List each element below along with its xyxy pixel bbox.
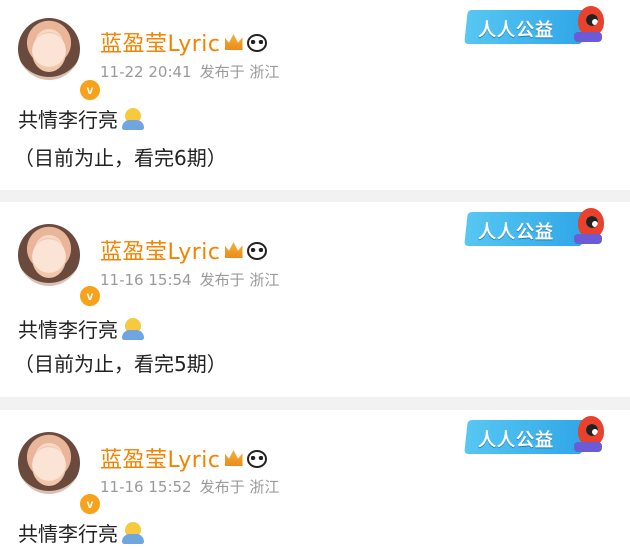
post-meta: 11-16 15:52 发布于 浙江 [100,476,287,497]
post-meta: 11-16 15:54 发布于 浙江 [100,269,287,290]
panda-icon [246,240,268,260]
charity-badge-label: 人人公益 [478,430,554,451]
post-time[interactable]: 11-16 15:54 [100,271,192,289]
post-source: 发布于 浙江 [199,271,280,289]
mascot-icon [574,208,604,244]
charity-badge[interactable]: 人人公益 [464,208,606,250]
avatar[interactable]: v [18,432,102,516]
post-source: 发布于 浙江 [199,63,280,81]
post-time[interactable]: 11-22 20:41 [100,63,192,81]
charity-badge[interactable]: 人人公益 [464,416,606,458]
author-name[interactable]: 蓝盈莹Lyric [100,234,268,266]
hug-emoji-icon [122,318,144,340]
post-card[interactable]: v 蓝盈莹Lyric 11-22 20:41 发布于 浙江 人人公益 共情李行亮 … [0,0,630,190]
hug-emoji-icon [122,522,144,544]
avatar[interactable]: v [18,224,102,308]
post-card[interactable]: v 蓝盈莹Lyric 11-16 15:54 发布于 浙江 人人公益 共情李行亮 … [0,202,630,397]
crown-icon [224,450,243,466]
post-note: （目前为止，看完5期） [14,352,227,376]
verified-badge-icon: v [78,492,102,516]
post-text: 共情李行亮 [18,314,144,343]
post-note: （目前为止，看完6期） [14,146,227,170]
avatar[interactable]: v [18,18,102,102]
mascot-icon [574,6,604,42]
avatar-face [32,32,66,72]
verified-badge-icon: v [78,78,102,102]
post-meta: 11-22 20:41 发布于 浙江 [100,61,287,82]
post-source: 发布于 浙江 [199,478,280,496]
author-name-text[interactable]: 蓝盈莹Lyric [100,32,221,57]
charity-badge[interactable]: 人人公益 [464,6,606,48]
charity-badge-label: 人人公益 [478,20,554,41]
post-text: 共情李行亮 [18,104,144,133]
panda-icon [246,32,268,52]
author-name-text[interactable]: 蓝盈莹Lyric [100,240,221,265]
crown-icon [224,34,243,50]
post-text-content: 共情李行亮 [18,108,118,132]
author-name[interactable]: 蓝盈莹Lyric [100,26,268,58]
author-name-text[interactable]: 蓝盈莹Lyric [100,448,221,473]
panda-icon [246,448,268,468]
avatar-face [32,446,66,486]
charity-badge-label: 人人公益 [478,222,554,243]
author-name[interactable]: 蓝盈莹Lyric [100,442,268,474]
mascot-icon [574,416,604,452]
post-text-content: 共情李行亮 [18,318,118,342]
verified-badge-icon: v [78,284,102,308]
avatar-face [32,238,66,278]
post-text-content: 共情李行亮 [18,522,118,546]
post-card[interactable]: v 蓝盈莹Lyric 11-16 15:52 发布于 浙江 人人公益 共情李行亮 [0,410,630,549]
crown-icon [224,242,243,258]
post-time[interactable]: 11-16 15:52 [100,478,192,496]
post-text: 共情李行亮 [18,518,144,547]
hug-emoji-icon [122,108,144,130]
